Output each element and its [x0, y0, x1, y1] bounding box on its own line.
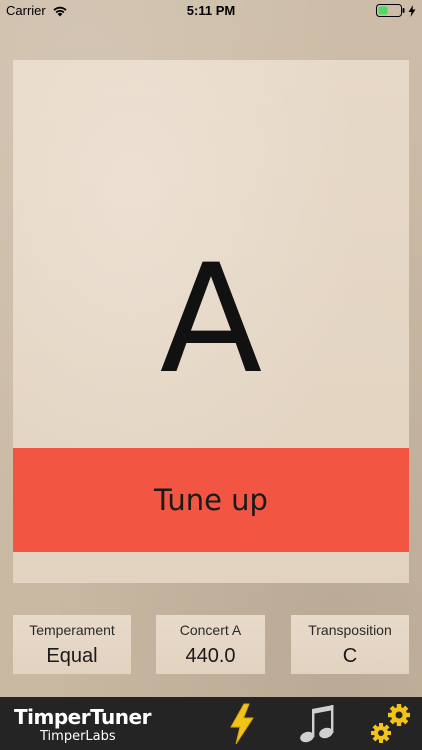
- company-name: TimperLabs: [40, 729, 116, 744]
- charging-icon: [408, 4, 416, 17]
- settings-tab-button[interactable]: [368, 701, 414, 747]
- tuner-tab-button[interactable]: [224, 701, 260, 747]
- battery-group: [376, 4, 416, 17]
- concert-a-label: Concert A: [179, 622, 242, 638]
- status-bar: Carrier 5:11 PM: [0, 0, 422, 22]
- tune-status-text: Tune up: [154, 483, 268, 517]
- tune-status-banner: Tune up: [13, 448, 409, 552]
- temperament-setting[interactable]: Temperament Equal: [13, 615, 131, 674]
- temperament-label: Temperament: [29, 622, 115, 638]
- note-card: A Tune up: [13, 60, 409, 583]
- status-time: 5:11 PM: [186, 3, 236, 18]
- music-tab-button[interactable]: [296, 701, 336, 747]
- lightning-icon: [230, 703, 254, 745]
- detected-note: A: [159, 233, 263, 407]
- music-note-icon: [300, 705, 334, 743]
- gears-icon: [371, 704, 410, 743]
- transposition-setting[interactable]: Transposition C: [291, 615, 409, 674]
- bottom-bar: TimperTuner TimperLabs: [0, 697, 422, 750]
- concert-a-setting[interactable]: Concert A 440.0: [156, 615, 265, 674]
- battery-icon: [376, 4, 405, 17]
- app-name: TimperTuner: [14, 705, 151, 729]
- transposition-label: Transposition: [308, 622, 392, 638]
- concert-a-value: 440.0: [185, 645, 236, 667]
- temperament-value: Equal: [46, 645, 98, 667]
- transposition-value: C: [342, 645, 358, 667]
